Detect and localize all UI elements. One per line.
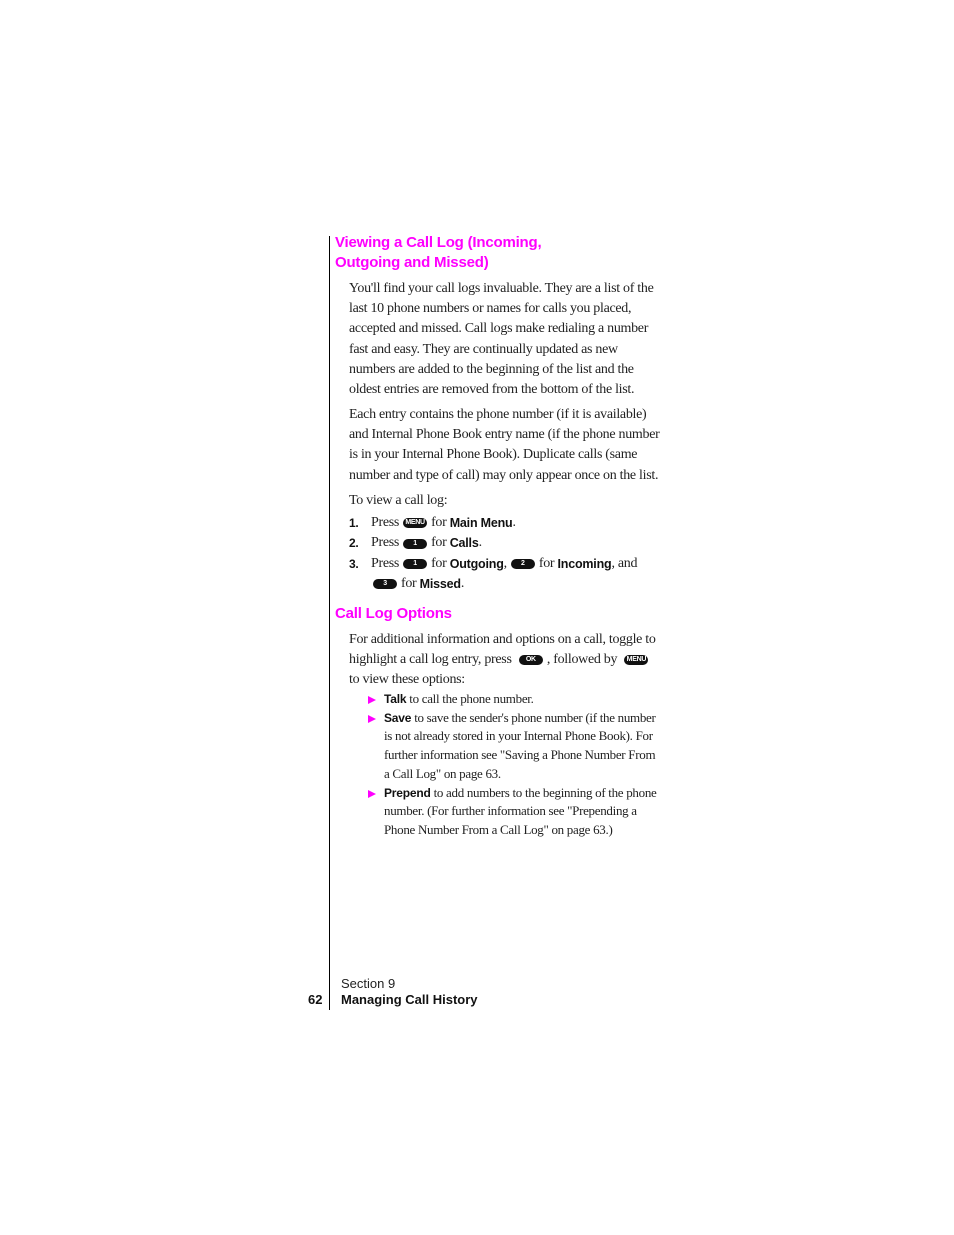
paragraph-options-intro: For additional information and options o… xyxy=(349,630,661,691)
footer-section: Section 9 xyxy=(341,976,396,991)
step-target: Incoming xyxy=(557,556,612,571)
menu-key-icon: MENU xyxy=(624,654,649,665)
step-text: . xyxy=(512,515,517,531)
bullet-triangle-icon xyxy=(368,696,376,704)
step-target: Main Menu xyxy=(449,516,513,531)
step-text: . xyxy=(478,535,483,551)
step-text: for xyxy=(401,576,417,592)
step-text: Press xyxy=(371,555,400,571)
step-text: , and xyxy=(611,555,638,571)
paragraph-to-view: To view a call log: xyxy=(349,493,448,508)
option-label: Save xyxy=(384,710,412,725)
step-number: 1. xyxy=(349,516,359,531)
menu-key-icon: MENU xyxy=(403,518,428,529)
option-save: Save to save the sender's phone number (… xyxy=(368,709,658,784)
step-text: . xyxy=(460,576,465,592)
step-text: for xyxy=(431,555,447,571)
step-number: 2. xyxy=(349,536,359,551)
step-number: 3. xyxy=(349,556,359,571)
step-text: for xyxy=(538,555,555,571)
option-label: Prepend xyxy=(384,785,431,800)
options-list: Talk to call the phone number. Save to s… xyxy=(368,690,658,840)
bullet-triangle-icon xyxy=(368,714,376,723)
step-text: for xyxy=(431,535,447,551)
key-1-icon: 1 xyxy=(403,558,428,569)
step-3: 3. Press 1 for Outgoing, 2 for Incoming,… xyxy=(349,554,661,574)
heading-line-1: Viewing a Call Log (Incoming, xyxy=(335,234,542,251)
paragraph-intro: You'll find your call logs invaluable. T… xyxy=(349,281,654,398)
heading-call-log-options: Call Log Options xyxy=(335,605,452,622)
option-talk: Talk to call the phone number. xyxy=(368,690,658,709)
page-number: 62 xyxy=(308,992,323,1007)
paragraph-entry-contents: Each entry contains the phone number (if… xyxy=(349,407,660,483)
option-prepend: Prepend to add numbers to the beginning … xyxy=(368,784,658,840)
steps-list: 1. Press MENU for Main Menu. 2. Press 1 … xyxy=(349,513,661,595)
options-intro-text: to view these options: xyxy=(349,672,465,688)
step-1: 1. Press MENU for Main Menu. xyxy=(349,513,661,533)
key-3-icon: 3 xyxy=(373,579,397,590)
option-label: Talk xyxy=(384,692,407,706)
step-target: Outgoing xyxy=(449,556,504,571)
key-2-icon: 2 xyxy=(510,558,535,569)
step-text: Press xyxy=(371,535,400,551)
step-target: Missed xyxy=(419,577,461,592)
step-text: for xyxy=(431,515,447,531)
step-text: Press xyxy=(371,515,400,531)
option-text: to call the phone number. xyxy=(409,691,534,706)
key-1-icon: 1 xyxy=(403,538,428,549)
step-target: Calls xyxy=(449,536,479,551)
option-text: to save the sender's phone number (if th… xyxy=(384,709,656,781)
step-2: 2. Press 1 for Calls. xyxy=(349,533,661,553)
options-intro-text: , followed by xyxy=(546,652,618,668)
heading-line-2: Outgoing and Missed) xyxy=(335,254,489,271)
margin-rule xyxy=(329,236,330,1010)
bullet-triangle-icon xyxy=(368,789,376,798)
manual-page: Viewing a Call Log (Incoming, Outgoing a… xyxy=(0,0,954,1235)
content: Viewing a Call Log (Incoming, Outgoing a… xyxy=(335,233,665,837)
footer-title: Managing Call History xyxy=(341,992,478,1007)
step-text: , xyxy=(503,555,508,571)
step-3-continued: 3 for Missed. xyxy=(349,574,661,594)
ok-key-icon: OK xyxy=(518,654,543,665)
heading-viewing-call-log: Viewing a Call Log (Incoming, Outgoing a… xyxy=(335,233,665,273)
